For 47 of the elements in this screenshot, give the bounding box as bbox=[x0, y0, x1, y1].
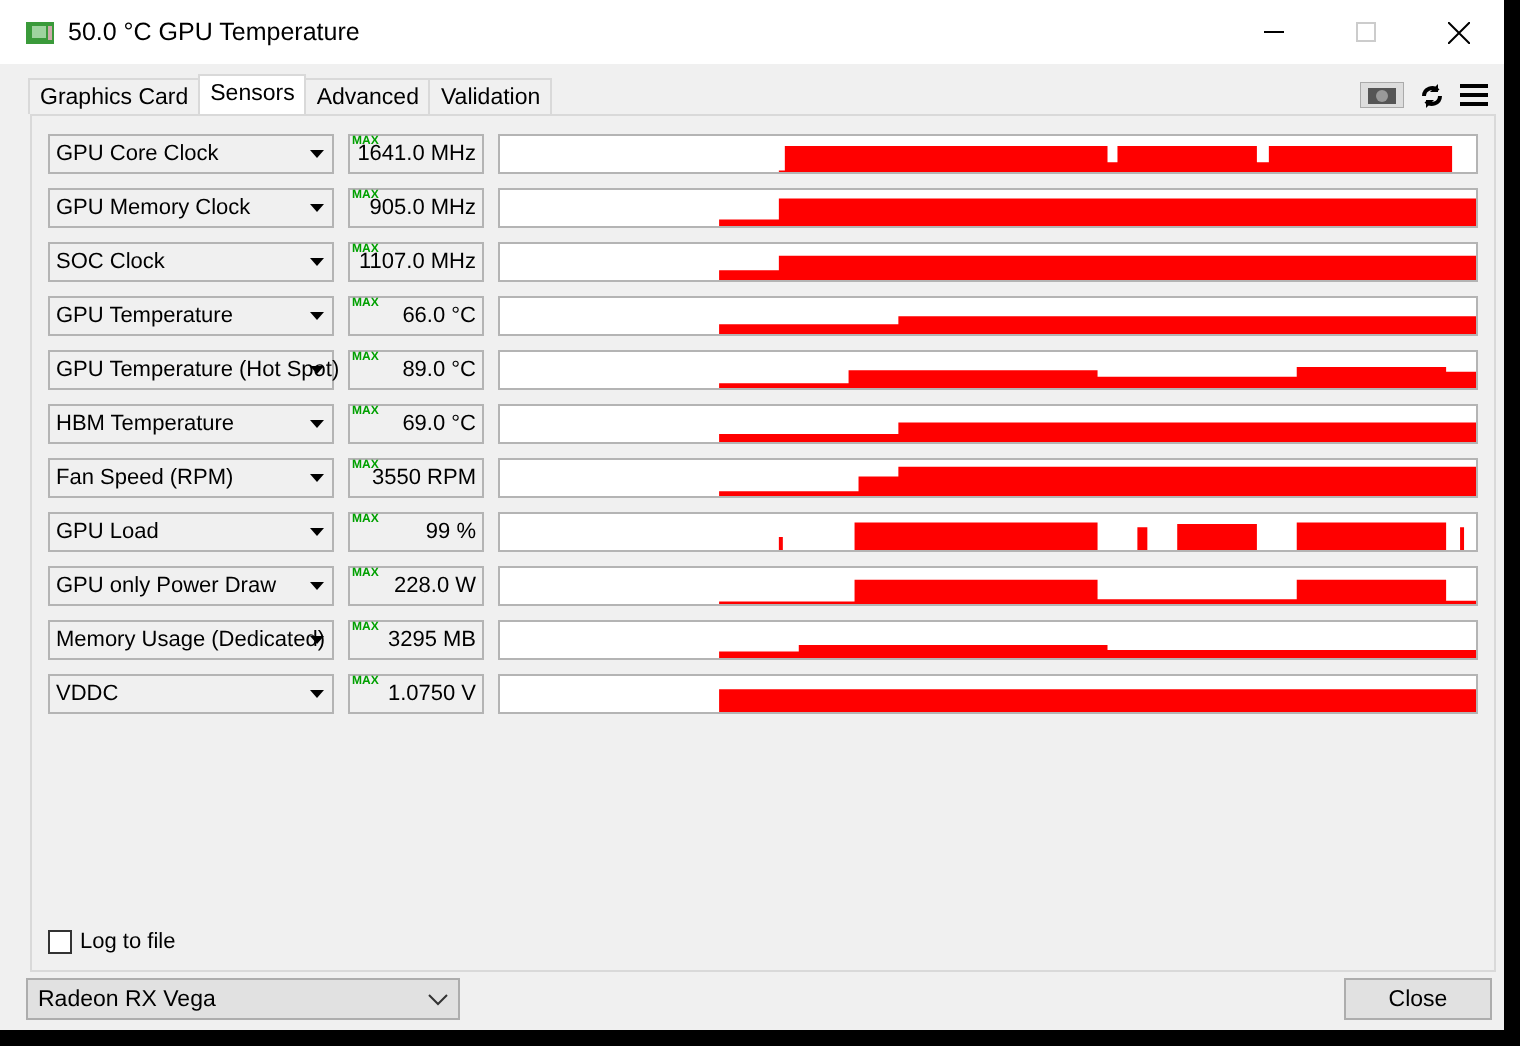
maximize-icon bbox=[1356, 22, 1376, 42]
caret-icon bbox=[310, 204, 324, 212]
sensor-dropdown[interactable]: Memory Usage (Dedicated) bbox=[48, 620, 334, 660]
app-icon bbox=[26, 21, 54, 43]
sensor-value: 228.0 W bbox=[394, 574, 476, 598]
sensor-dropdown[interactable]: VDDC bbox=[48, 674, 334, 714]
chevron-icon bbox=[428, 993, 448, 1005]
sensor-dropdown[interactable]: HBM Temperature bbox=[48, 404, 334, 444]
sensor-value: 1.0750 V bbox=[387, 682, 476, 706]
sensor-dropdown[interactable]: GPU Memory Clock bbox=[48, 188, 334, 228]
close-icon bbox=[1447, 21, 1469, 43]
window-title: 50.0 °C GPU Temperature bbox=[68, 18, 362, 46]
tab[interactable]: Graphics Card bbox=[28, 78, 201, 114]
sensor-dropdown[interactable]: SOC Clock bbox=[48, 242, 334, 282]
log-checkbox[interactable] bbox=[48, 930, 72, 954]
refresh-icon[interactable] bbox=[1420, 83, 1444, 107]
sensor-value: 3550 RPM bbox=[372, 466, 476, 490]
caret-icon bbox=[310, 636, 324, 644]
device-select[interactable]: Radeon RX Vega bbox=[26, 978, 460, 1020]
sensor-dropdown[interactable]: GPU Core Clock bbox=[48, 134, 334, 174]
sensor-value: 69.0 °C bbox=[402, 412, 476, 436]
camera-icon[interactable] bbox=[1360, 82, 1404, 108]
sensor-value: 89.0 °C bbox=[402, 358, 476, 382]
close-dialog-button[interactable]: Close bbox=[1344, 978, 1492, 1020]
sensor-dropdown[interactable]: GPU Temperature bbox=[48, 296, 334, 336]
sensor-value: 3295 MB bbox=[387, 628, 476, 652]
caret-icon bbox=[310, 150, 324, 158]
caret-icon bbox=[310, 690, 324, 698]
sensor-dropdown[interactable]: GPU only Power Draw bbox=[48, 566, 334, 606]
sensor-value: 905.0 MHz bbox=[369, 196, 476, 220]
caret-icon bbox=[310, 312, 324, 320]
sensor-value: 1641.0 MHz bbox=[357, 142, 476, 166]
sensor-value: 66.0 °C bbox=[402, 304, 476, 328]
sensor-value: 99 % bbox=[425, 520, 476, 544]
tab[interactable]: Validation bbox=[428, 78, 553, 114]
checkbox-label: Log to file bbox=[80, 930, 176, 954]
caret-icon bbox=[310, 420, 324, 428]
menu-icon[interactable] bbox=[1460, 84, 1488, 106]
tab[interactable]: Sensors bbox=[198, 74, 307, 114]
caret-icon bbox=[310, 366, 324, 374]
caret-icon bbox=[310, 528, 324, 536]
caret-icon bbox=[310, 582, 324, 590]
sensor-dropdown[interactable]: GPU Load bbox=[48, 512, 334, 552]
caret-icon bbox=[310, 474, 324, 482]
sensor-dropdown[interactable]: Fan Speed (RPM) bbox=[48, 458, 334, 498]
caret-icon bbox=[310, 258, 324, 266]
sensor-value: 1107.0 MHz bbox=[359, 250, 476, 274]
